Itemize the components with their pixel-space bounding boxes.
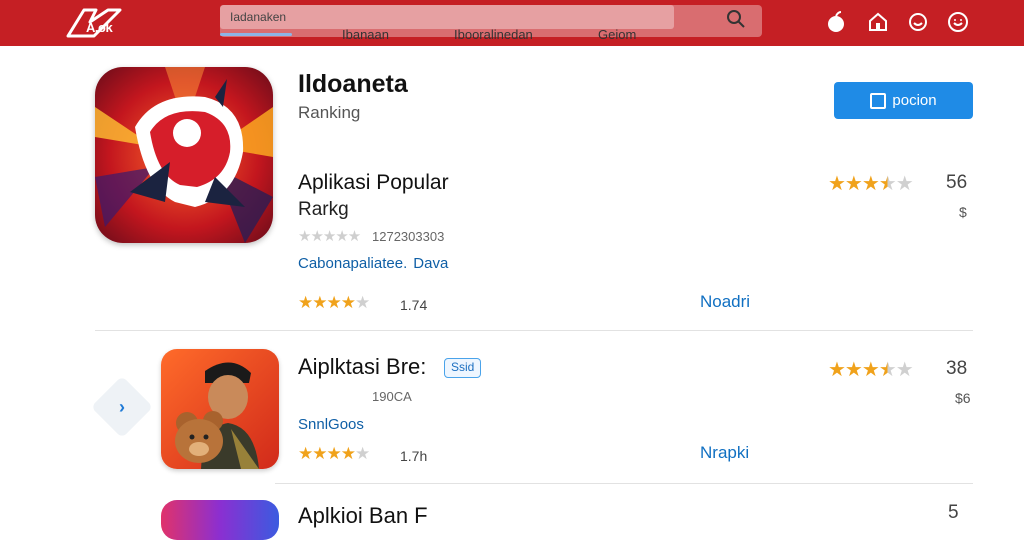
app3-title: Aplkioi Ban F [298,503,428,528]
read-more-link[interactable]: Noadri [700,292,750,312]
app2-rating-value: 1.7h [400,448,428,464]
score-value: 56 [946,172,968,193]
nav-item-2[interactable]: Ibooralinedan [454,27,533,42]
open-external-icon [870,92,887,109]
app2-developer[interactable]: SnnlGoos [298,416,364,433]
search-icon[interactable] [726,9,746,29]
score-stars: ★★★★★ [828,173,914,195]
developer-link[interactable]: Dava [413,255,448,272]
open-button-label: pocion [892,92,937,109]
section-subtitle: Rarkg [298,199,349,220]
developer-name[interactable]: Cabonapaliatee. [298,255,407,272]
app2-score-stars: ★★★★★ [828,359,914,381]
app2-count: 190CA [372,389,412,404]
nav-item-3[interactable]: Geiom [598,27,636,42]
divider [275,483,973,484]
account-icon[interactable] [946,10,970,34]
app-logo[interactable]: A.ok [64,6,138,40]
apple-icon[interactable] [824,10,848,34]
app2-icon[interactable] [161,349,279,469]
rating-count: 1272303303 [372,229,445,244]
top-header: A.ok Iadanaken Ibanaan Ibooralinedan Gei… [0,0,1024,46]
price-label: $ [959,204,967,220]
nav-item-1[interactable]: Ibanaan [342,27,389,42]
app3-icon[interactable] [161,500,279,540]
app2-badge: Ssid [444,358,482,378]
app2-price-label: $6 [955,390,971,406]
developer-line: Cabonapaliatee. Dava [298,255,448,272]
divider [95,330,973,331]
search-bar: Iadanaken Ibanaan Ibooralinedan Geiom [220,5,762,42]
home-icon[interactable] [866,10,890,34]
featured-app-icon[interactable] [95,67,273,243]
logo-text: A.ok [86,20,113,35]
gray-rating-stars: ★★★★★ [298,228,361,245]
app2-score-value: 38 [946,358,968,379]
app2-title: Aiplktasi Bre: [298,354,427,379]
section-title: Aplikasi Popular [298,171,449,194]
chevron-right-icon[interactable]: › [112,397,132,417]
user-rating-stars: ★★★★★ [298,293,370,312]
search-input[interactable]: Iadanaken [220,5,674,29]
active-tab-indicator [220,33,292,36]
user-rating-value: 1.74 [400,297,428,313]
app3-score-value: 5 [948,502,959,523]
chat-icon[interactable] [906,10,930,34]
app-subtitle: Ranking [298,103,361,122]
open-button[interactable]: pocion [834,82,973,119]
app2-read-more-link[interactable]: Nrapki [700,443,749,463]
search-placeholder: Iadanaken [230,10,287,24]
app-title: Ildoaneta [298,70,408,98]
app2-user-stars: ★★★★★ [298,444,370,463]
